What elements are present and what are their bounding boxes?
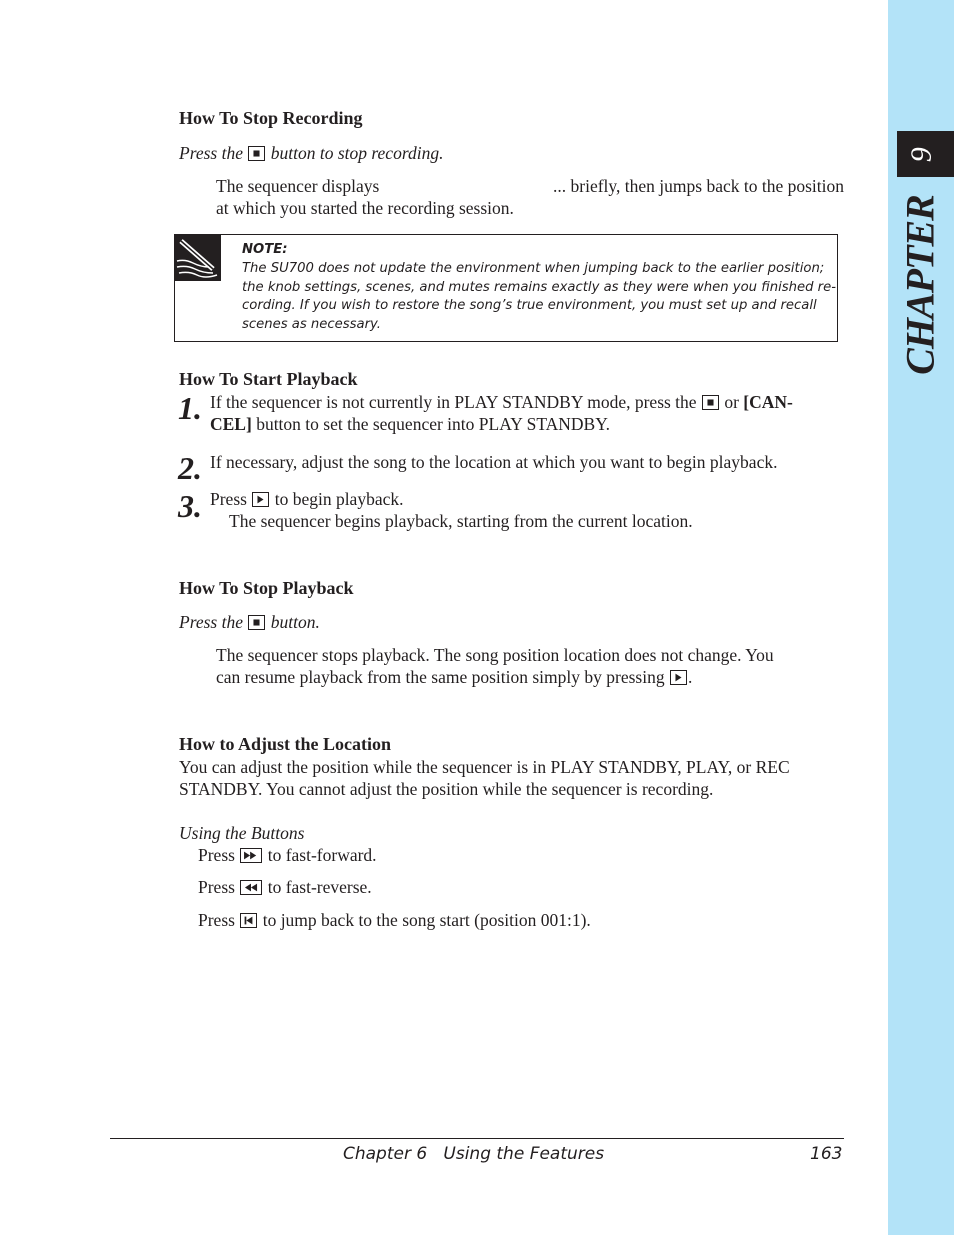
step-text: Press: [210, 489, 247, 509]
stop-recording-body: The sequencer displays ... briefly, then…: [216, 175, 844, 219]
stop-icon: [248, 146, 266, 161]
play-icon: [669, 670, 687, 685]
instruction-text: Press the: [179, 612, 243, 632]
chapter-number: 6: [904, 146, 938, 162]
step-text: button to set the sequencer into PLAY ST…: [256, 414, 610, 434]
step-text: If the sequencer is not currently in PLA…: [210, 392, 697, 412]
step-2: If necessary, adjust the song to the loc…: [210, 452, 778, 472]
item-text: to jump back to the song start (position…: [262, 910, 591, 930]
body-text: The sequencer displays: [216, 176, 380, 196]
stop-icon: [248, 615, 266, 630]
stop-recording-instruction: Press the button to stop recording.: [179, 142, 443, 164]
pencil-note-icon: [175, 235, 221, 281]
step-3: Press to begin playback. The sequencer b…: [210, 488, 693, 532]
subheading-using-buttons: Using the Buttons: [179, 823, 305, 843]
chapter-word: CHAPTER: [897, 195, 943, 375]
list-item: Press to fast-forward.: [198, 844, 377, 866]
cancel-button-label: CEL]: [210, 414, 252, 434]
chapter-number-tab: 6: [897, 131, 954, 177]
body-text: You can adjust the position while the se…: [179, 757, 790, 777]
step-text: or: [724, 392, 739, 412]
item-text: to fast-forward.: [267, 845, 377, 865]
item-text: Press: [198, 845, 235, 865]
note-line: cording. If you wish to restore the song…: [242, 298, 817, 314]
chapter-label: CHAPTER: [880, 195, 954, 375]
fast-reverse-icon: [240, 880, 263, 895]
instruction-text: button to stop recording.: [270, 143, 444, 163]
cancel-button-label: [CAN-: [743, 392, 793, 412]
heading-adjust-location: How to Adjust the Location: [179, 734, 392, 754]
step-number: 2.: [178, 450, 202, 486]
heading-start-playback: How To Start Playback: [179, 369, 358, 389]
body-text: can resume playback from the same positi…: [216, 667, 665, 687]
note-label: NOTE:: [242, 242, 288, 257]
note-box: NOTE: The SU700 does not update the envi…: [174, 234, 838, 342]
body-text: at which you started the recording sessi…: [216, 198, 514, 218]
list-item: Press to jump back to the song start (po…: [198, 909, 591, 931]
footer-rule: [110, 1138, 844, 1139]
step-text: to begin playback.: [274, 489, 404, 509]
heading-stop-playback: How To Stop Playback: [179, 578, 354, 598]
adjust-location-body: You can adjust the position while the se…: [179, 756, 844, 800]
stop-playback-instruction: Press the button.: [179, 611, 320, 633]
body-text: STANDBY. You cannot adjust the position …: [179, 779, 714, 799]
body-text: The sequencer stops playback. The song p…: [216, 645, 774, 665]
list-item: Press to fast-reverse.: [198, 876, 372, 898]
stop-playback-body: The sequencer stops playback. The song p…: [216, 644, 844, 688]
page-number: 163: [810, 1144, 843, 1164]
body-text: .: [687, 667, 693, 687]
body-text: ... briefly, then jumps back to the posi…: [553, 176, 844, 196]
note-line: The SU700 does not update the environmen…: [242, 260, 825, 276]
item-text: to fast-reverse.: [267, 877, 372, 897]
chapter-sidebar: [888, 0, 954, 1235]
step-number: 3.: [178, 488, 202, 524]
note-line: scenes as necessary.: [242, 317, 381, 333]
stop-icon: [701, 395, 719, 410]
item-text: Press: [198, 910, 235, 930]
song-start-icon: [240, 913, 258, 928]
play-icon: [252, 492, 270, 507]
instruction-text: Press the: [179, 143, 243, 163]
fast-forward-icon: [240, 848, 263, 863]
step-1: If the sequencer is not currently in PLA…: [210, 391, 844, 435]
step-text: The sequencer begins playback, starting …: [229, 511, 693, 531]
heading-stop-recording: How To Stop Recording: [179, 108, 363, 128]
instruction-text: button.: [270, 612, 320, 632]
footer-chapter-title: Chapter 6 Using the Features: [343, 1144, 605, 1164]
note-line: the knob settings, scenes, and mutes rem…: [242, 279, 836, 295]
item-text: Press: [198, 877, 235, 897]
step-number: 1.: [178, 390, 202, 426]
